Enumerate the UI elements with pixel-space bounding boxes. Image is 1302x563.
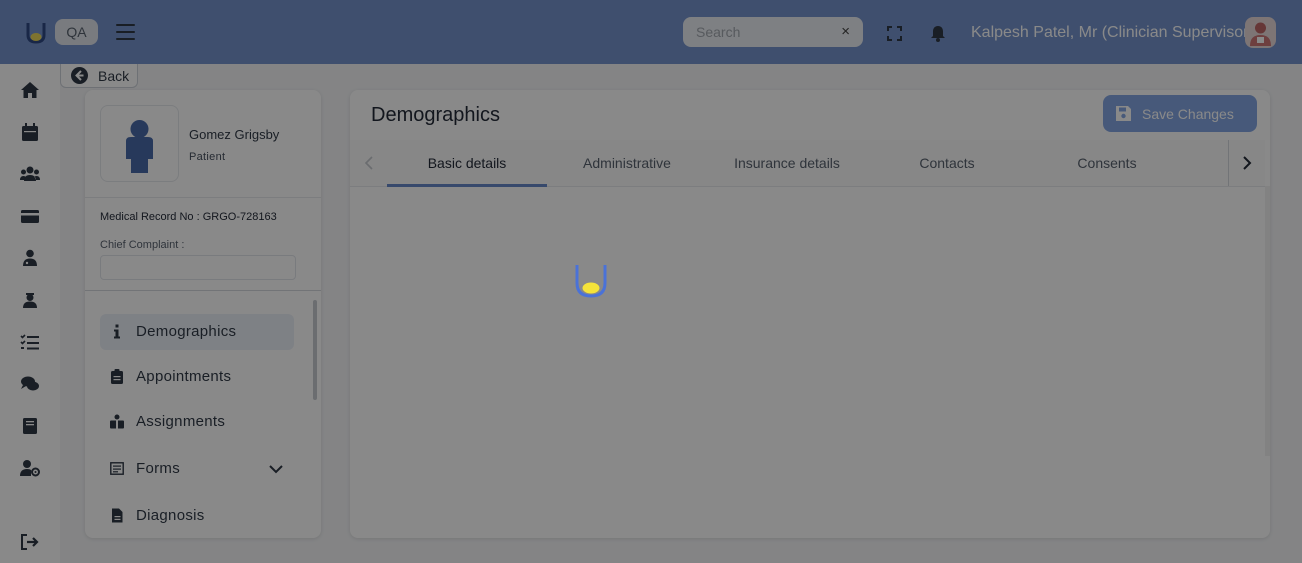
loading-spinner-icon — [575, 265, 607, 298]
loading-overlay — [0, 0, 1302, 563]
